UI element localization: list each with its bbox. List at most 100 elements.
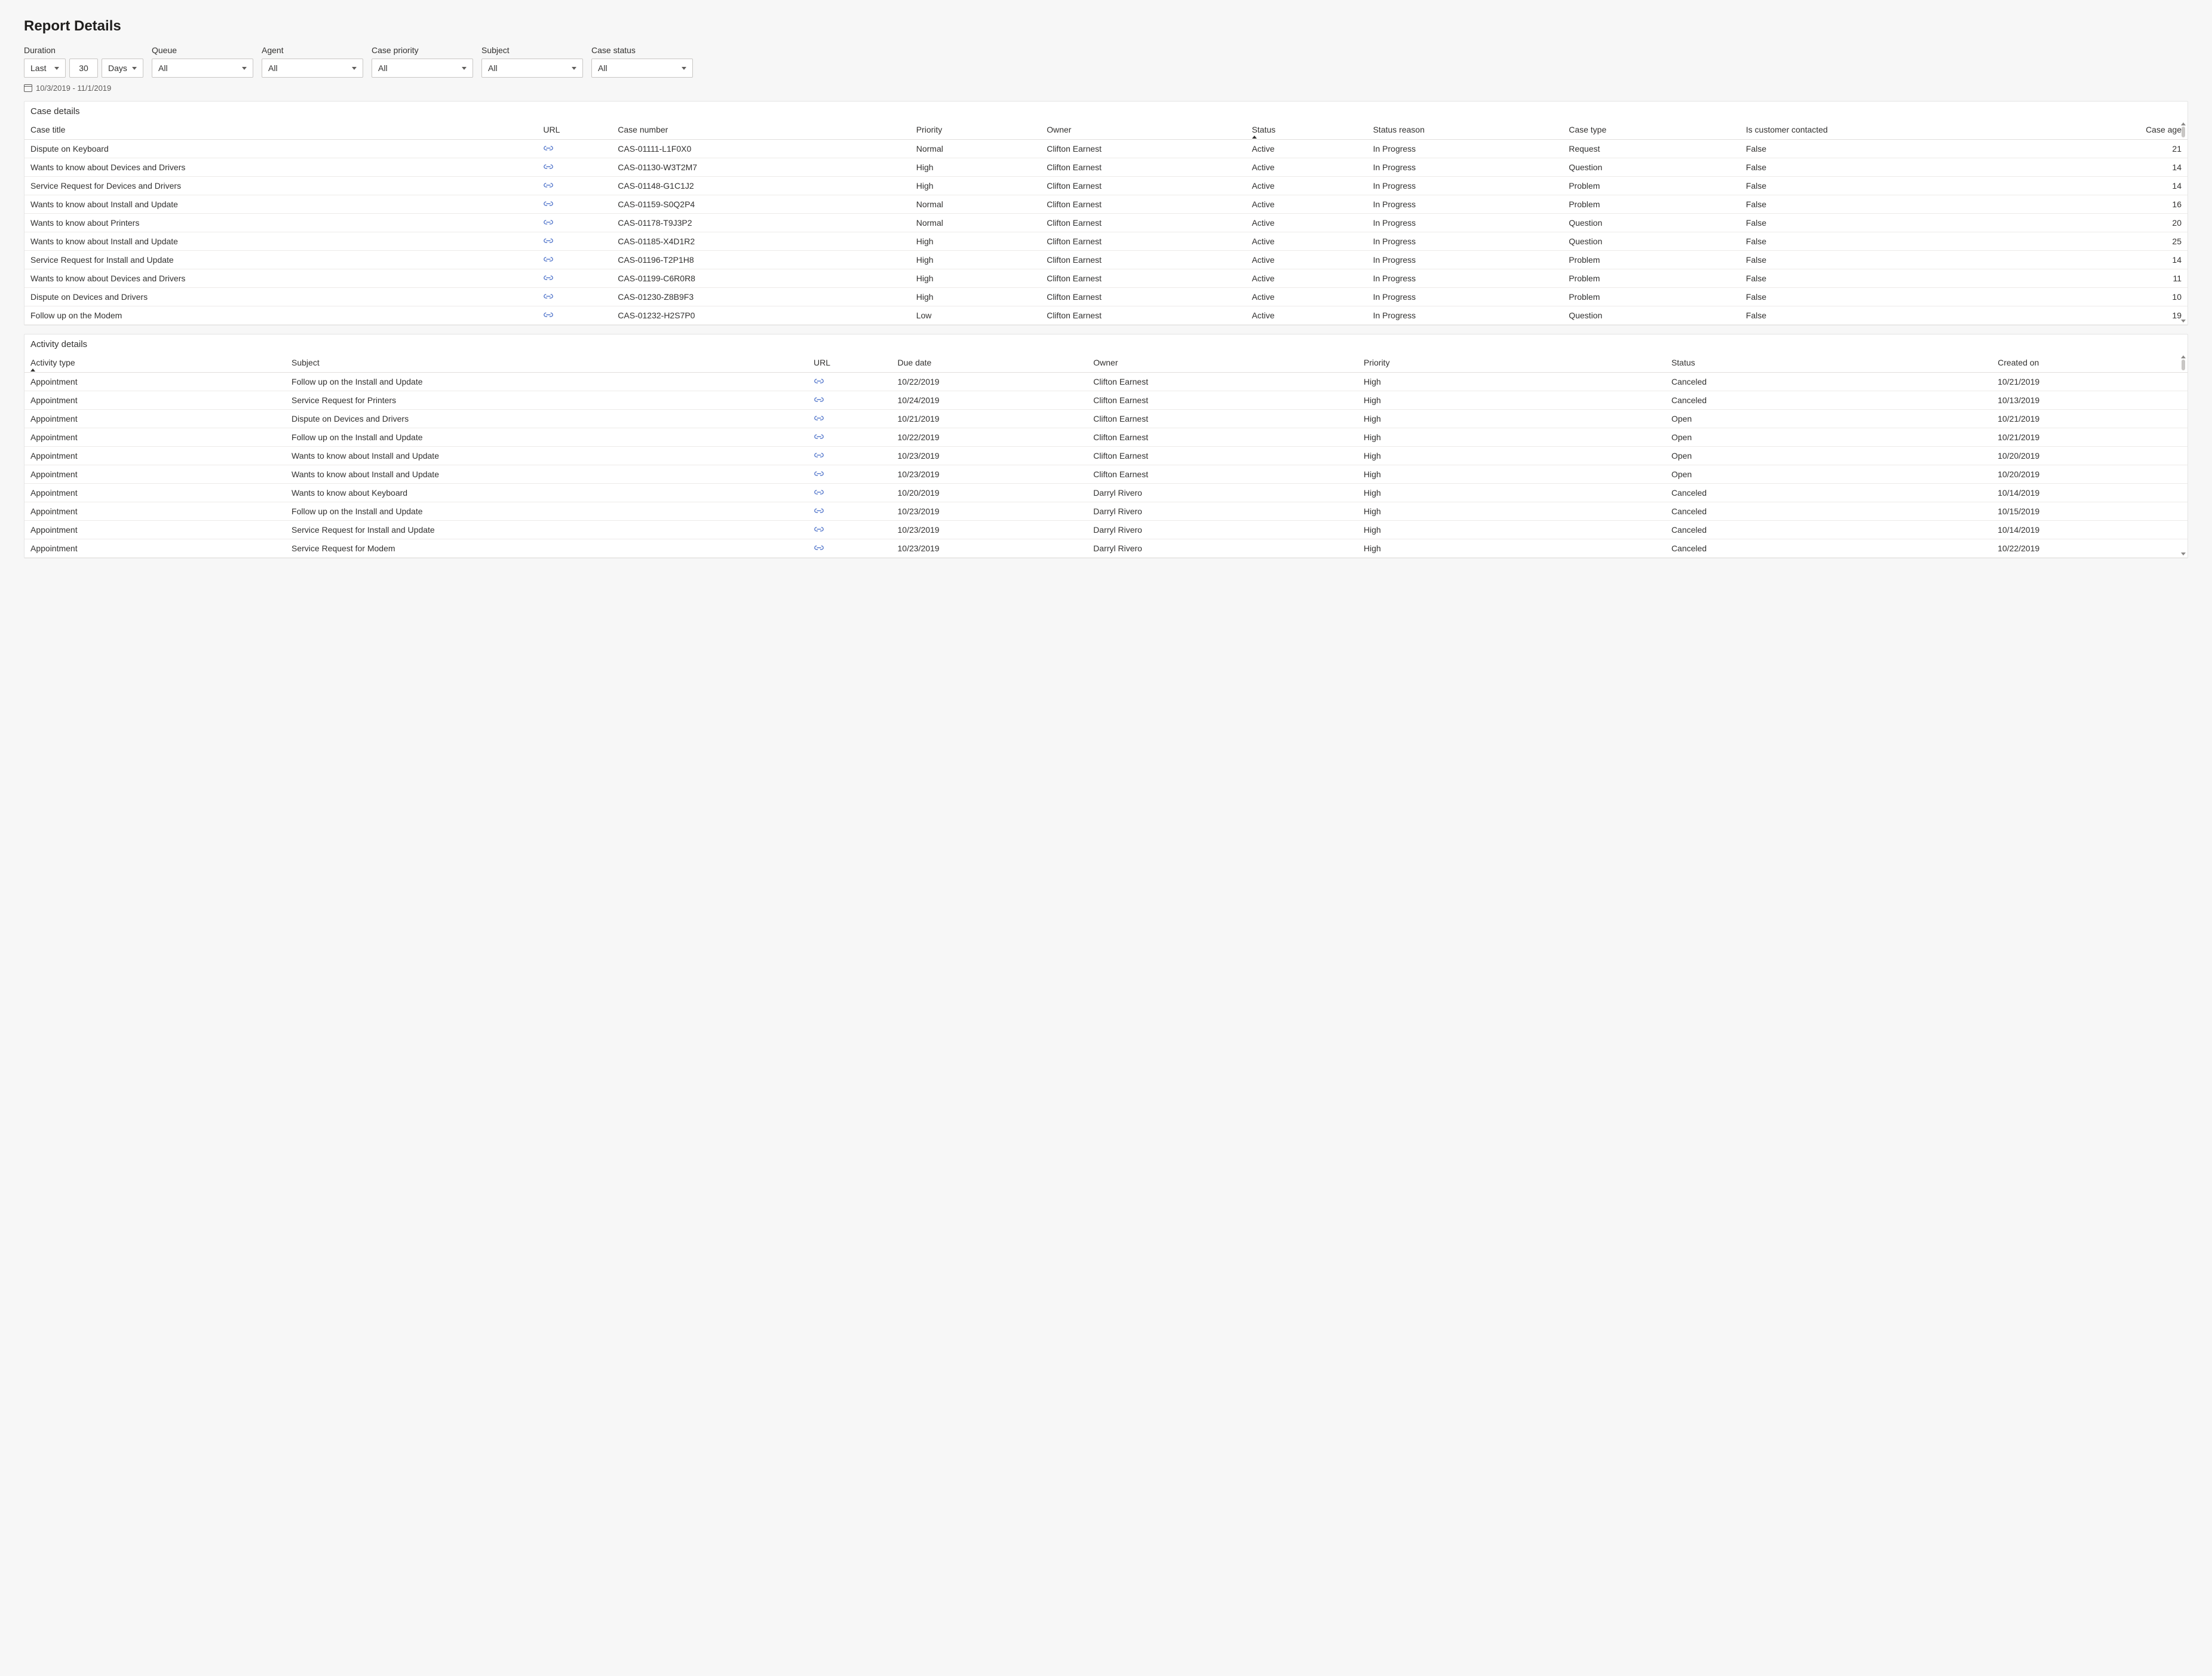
table-row[interactable]: AppointmentService Request for Printers1… [24,391,2188,410]
cell-owner: Clifton Earnest [1041,140,1245,158]
col-activity-type[interactable]: Activity type [24,353,286,373]
table-row[interactable]: Service Request for Devices and DriversC… [24,177,2188,195]
table-row[interactable]: Follow up on the ModemCAS-01232-H2S7P0Lo… [24,306,2188,325]
cell-owner: Clifton Earnest [1041,306,1245,325]
col-priority[interactable]: Priority [1358,353,1665,373]
table-row[interactable]: AppointmentService Request for Modem10/2… [24,539,2188,558]
cell-case-type: Problem [1563,269,1740,288]
cell-case-number: CAS-01178-T9J3P2 [612,214,910,232]
subject-select[interactable]: All [481,59,583,78]
link-icon[interactable] [537,177,612,195]
link-icon[interactable] [537,288,612,306]
cell-case-age: 14 [2057,158,2188,177]
table-row[interactable]: AppointmentWants to know about Install a… [24,465,2188,484]
link-icon[interactable] [808,465,891,484]
cell-status: Active [1246,195,1367,214]
link-icon[interactable] [808,410,891,428]
cell-subject: Service Request for Modem [286,539,808,558]
cell-case-title: Follow up on the Modem [24,306,537,325]
link-icon[interactable] [537,269,612,288]
table-row[interactable]: AppointmentFollow up on the Install and … [24,502,2188,521]
table-row[interactable]: AppointmentFollow up on the Install and … [24,373,2188,391]
activity-table-scrollbar[interactable] [2180,353,2186,558]
cell-due-date: 10/22/2019 [892,428,1088,447]
link-icon[interactable] [808,447,891,465]
agent-select[interactable]: All [262,59,363,78]
case-status-select[interactable]: All [591,59,693,78]
link-icon[interactable] [808,373,891,391]
col-status[interactable]: Status [1246,120,1367,140]
link-icon[interactable] [808,521,891,539]
table-row[interactable]: AppointmentService Request for Install a… [24,521,2188,539]
table-row[interactable]: Wants to know about Install and UpdateCA… [24,195,2188,214]
cell-activity-type: Appointment [24,465,286,484]
link-icon[interactable] [808,539,891,558]
col-url[interactable]: URL [808,353,891,373]
link-icon[interactable] [537,251,612,269]
cell-subject: Wants to know about Keyboard [286,484,808,502]
table-row[interactable]: Wants to know about Install and UpdateCA… [24,232,2188,251]
col-owner[interactable]: Owner [1041,120,1245,140]
table-row[interactable]: Wants to know about Devices and DriversC… [24,269,2188,288]
duration-relative-select[interactable]: Last [24,59,66,78]
calendar-icon [24,84,32,92]
link-icon[interactable] [537,306,612,325]
col-created[interactable]: Created on [1992,353,2188,373]
col-url[interactable]: URL [537,120,612,140]
link-icon[interactable] [537,232,612,251]
table-row[interactable]: AppointmentDispute on Devices and Driver… [24,410,2188,428]
cell-case-age: 20 [2057,214,2188,232]
table-row[interactable]: AppointmentFollow up on the Install and … [24,428,2188,447]
link-icon[interactable] [537,158,612,177]
cell-contacted: False [1740,232,2057,251]
queue-select[interactable]: All [152,59,253,78]
table-row[interactable]: AppointmentWants to know about Install a… [24,447,2188,465]
col-case-number[interactable]: Case number [612,120,910,140]
cell-status: Active [1246,251,1367,269]
table-row[interactable]: AppointmentWants to know about Keyboard1… [24,484,2188,502]
cell-due-date: 10/23/2019 [892,447,1088,465]
link-icon[interactable] [808,502,891,521]
col-case-title[interactable]: Case title [24,120,537,140]
link-icon[interactable] [537,140,612,158]
link-icon[interactable] [537,214,612,232]
case-priority-select[interactable]: All [372,59,473,78]
scroll-thumb[interactable] [2182,127,2185,137]
cell-owner: Clifton Earnest [1041,158,1245,177]
link-icon[interactable] [808,428,891,447]
table-row[interactable]: Wants to know about PrintersCAS-01178-T9… [24,214,2188,232]
table-row[interactable]: Wants to know about Devices and DriversC… [24,158,2188,177]
duration-unit-select[interactable]: Days [102,59,143,78]
cell-contacted: False [1740,177,2057,195]
link-icon[interactable] [808,391,891,410]
case-table-scrollbar[interactable] [2180,120,2186,325]
col-contacted[interactable]: Is customer contacted [1740,120,2057,140]
col-case-age[interactable]: Case age [2057,120,2188,140]
cell-case-title: Wants to know about Install and Update [24,232,537,251]
col-priority[interactable]: Priority [910,120,1041,140]
table-row[interactable]: Dispute on KeyboardCAS-01111-L1F0X0Norma… [24,140,2188,158]
col-owner[interactable]: Owner [1087,353,1358,373]
cell-due-date: 10/21/2019 [892,410,1088,428]
cell-created: 10/14/2019 [1992,521,2188,539]
scroll-down-icon [2181,320,2186,323]
col-status[interactable]: Status [1665,353,1992,373]
cell-case-type: Question [1563,214,1740,232]
cell-case-title: Service Request for Install and Update [24,251,537,269]
col-case-type[interactable]: Case type [1563,120,1740,140]
table-row[interactable]: Dispute on Devices and DriversCAS-01230-… [24,288,2188,306]
sort-asc-icon [30,369,35,372]
scroll-thumb[interactable] [2182,360,2185,370]
link-icon[interactable] [537,195,612,214]
cell-case-type: Request [1563,140,1740,158]
scroll-down-icon [2181,552,2186,555]
col-due-date[interactable]: Due date [892,353,1088,373]
col-status-reason[interactable]: Status reason [1367,120,1563,140]
link-icon[interactable] [808,484,891,502]
table-row[interactable]: Service Request for Install and UpdateCA… [24,251,2188,269]
duration-value-input[interactable]: 30 [69,59,98,78]
cell-case-age: 11 [2057,269,2188,288]
cell-status: Open [1665,447,1992,465]
cell-owner: Clifton Earnest [1087,428,1358,447]
col-subject[interactable]: Subject [286,353,808,373]
